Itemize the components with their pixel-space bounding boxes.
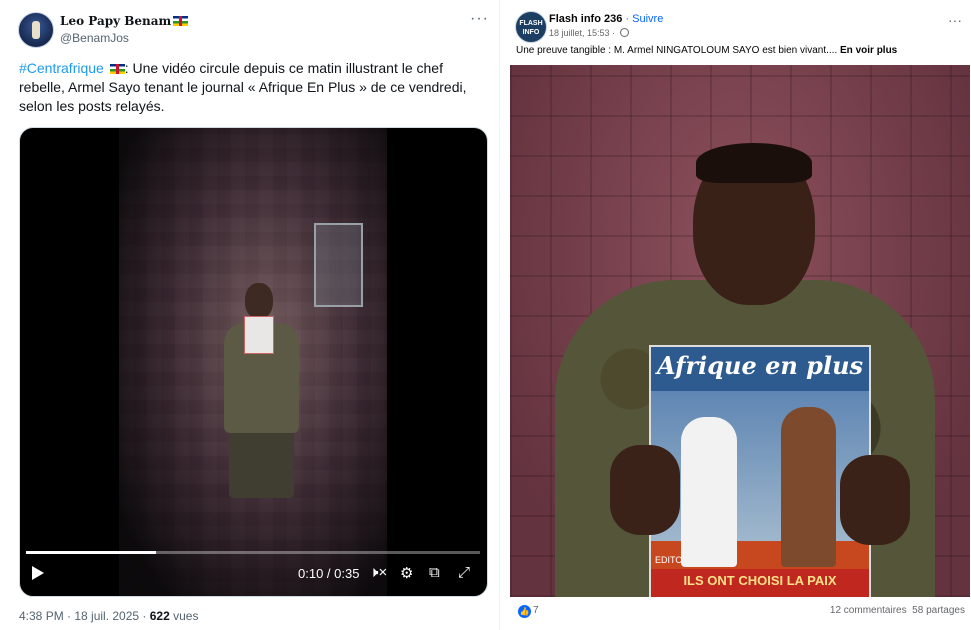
magazine-person-left [681,417,737,567]
view-count: 622 [149,609,170,623]
post-meta: 4:38 PM · 18 juil. 2025 · 622 vues [19,609,198,623]
comment-count[interactable]: 12 commentaires [830,605,907,616]
video-man-head [245,283,273,319]
facebook-post: FLASH INFO Flash info 236 · Suivre 18 ju… [508,0,971,630]
car-flag-icon [109,64,125,74]
video-newspaper [244,316,274,354]
views-label: vues [169,609,199,623]
video-time: 0:10 / 0:35 [298,566,360,581]
magazine-headline: ILS ONT CHOISI LA PAIX [683,573,837,588]
more-options-icon[interactable]: ··· [948,12,962,28]
page-name[interactable]: Flash info 236 [549,13,622,25]
post-stats: 12 commentaires 58 partages [830,605,965,616]
magazine-person-right [781,407,836,567]
magazine-title: Afrique en plus [656,351,864,380]
video-progress-bar[interactable] [26,551,480,554]
avatar-figure [32,21,40,39]
post-body: Une preuve tangible : M. Armel NINGATOLO… [516,45,841,56]
photo-man-hair [696,143,812,183]
car-flag-icon [173,16,189,26]
author-handle[interactable]: @BenamJos [60,31,129,45]
video-frame [119,128,387,596]
settings-icon[interactable]: ⚙ [400,564,413,582]
see-more-link[interactable]: En voir plus [840,45,897,56]
magazine-cover: Afrique en plus EDITO ILS ONT CHOISI LA … [649,345,871,597]
share-count[interactable]: 58 partages [912,605,965,616]
pip-icon[interactable]: ⧉ [429,564,440,581]
post-text: Une preuve tangible : M. Armel NINGATOLO… [516,45,966,56]
photo-left-hand [610,445,680,535]
post-date-row: 18 juillet, 15:53 · [549,28,629,38]
magazine-edito: EDITO [655,555,683,565]
mute-icon[interactable]: 🕨× [369,564,387,581]
follow-button[interactable]: · Suivre [622,13,663,25]
like-reaction-icon[interactable]: 👍 [518,605,531,618]
video-man-legs [229,428,294,498]
video-progress-fill [26,551,156,554]
post-timestamp[interactable]: 4:38 PM · 18 juil. 2025 · [19,609,150,623]
hashtag-link[interactable]: #Centrafrique [19,60,104,76]
post-date[interactable]: 18 juillet, 15:53 · [549,28,618,38]
post-photo[interactable]: Afrique en plus EDITO ILS ONT CHOISI LA … [510,65,970,597]
like-count[interactable]: 7 [533,605,539,616]
fullscreen-icon[interactable]: ⤢ [458,564,470,581]
video-window [314,223,363,307]
globe-icon [619,28,629,37]
post-text: #Centrafrique : Une vidéo circule depuis… [19,59,487,116]
play-icon[interactable] [32,566,44,580]
more-options-icon[interactable]: ··· [470,10,489,28]
author-name[interactable]: Leo Papy Benam [60,14,171,28]
video-player[interactable]: 0:10 / 0:35 🕨× ⚙ ⧉ ⤢ [19,127,488,597]
page-avatar[interactable]: FLASH INFO [515,11,547,43]
page-name-row: Flash info 236 · Suivre [549,13,663,25]
x-post: Leo Papy Benam @BenamJos ··· #Centrafriq… [0,0,500,630]
photo-right-hand [840,455,910,545]
author-avatar[interactable] [18,12,54,48]
author-name-row[interactable]: Leo Papy Benam [60,14,189,28]
